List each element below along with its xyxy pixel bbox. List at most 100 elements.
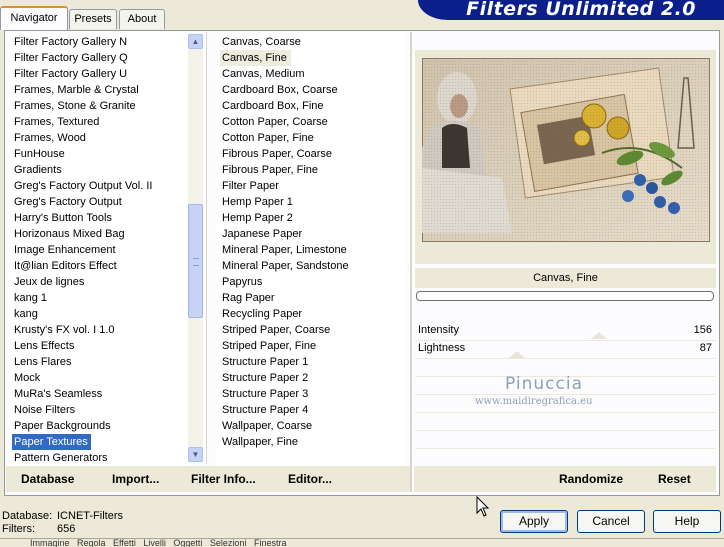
filter-item[interactable]: Wallpaper, Fine <box>216 436 298 448</box>
category-item[interactable]: Greg's Factory Output Vol. II <box>8 180 152 192</box>
category-item[interactable]: Filter Factory Gallery U <box>8 68 127 80</box>
filter-item-row[interactable]: Recycling Paper <box>216 306 406 322</box>
category-item[interactable]: Lens Effects <box>8 340 74 352</box>
filter-item-row[interactable]: Hemp Paper 2 <box>216 210 406 226</box>
filter-item[interactable]: Wallpaper, Coarse <box>216 420 312 432</box>
filter-item-row[interactable]: Mineral Paper, Sandstone <box>216 258 406 274</box>
filter-item[interactable]: Striped Paper, Fine <box>216 340 316 352</box>
category-item-row[interactable]: Mock <box>8 370 188 386</box>
filter-item-row[interactable]: Canvas, Coarse <box>216 34 406 50</box>
category-item-row[interactable]: Paper Textures <box>8 434 188 450</box>
category-item-row[interactable]: Filter Factory Gallery U <box>8 66 188 82</box>
preview-image[interactable] <box>422 58 710 242</box>
filter-item-row[interactable]: Rag Paper <box>216 290 406 306</box>
filter-item-row[interactable]: Cotton Paper, Fine <box>216 130 406 146</box>
filter-item[interactable]: Hemp Paper 2 <box>216 212 293 224</box>
category-item-row[interactable]: Pattern Generators <box>8 450 188 466</box>
filter-item-row[interactable]: Cardboard Box, Fine <box>216 98 406 114</box>
category-item[interactable]: Filter Factory Gallery N <box>8 36 127 48</box>
filter-item[interactable]: Structure Paper 4 <box>216 404 308 416</box>
filter-item[interactable]: Canvas, Fine <box>220 50 291 66</box>
filter-item-row[interactable]: Mineral Paper, Limestone <box>216 242 406 258</box>
filter-item-row[interactable]: Papyrus <box>216 274 406 290</box>
scroll-up-button[interactable]: ▲ <box>188 34 203 49</box>
filter-item-row[interactable]: Cotton Paper, Coarse <box>216 114 406 130</box>
category-item[interactable]: It@lian Editors Effect <box>8 260 117 272</box>
randomize-button[interactable]: Randomize <box>559 472 623 486</box>
category-item-row[interactable]: Horizonaus Mixed Bag <box>8 226 188 242</box>
category-item-row[interactable]: Frames, Textured <box>8 114 188 130</box>
category-item[interactable]: Frames, Marble & Crystal <box>8 84 139 96</box>
category-item[interactable]: Krusty's FX vol. I 1.0 <box>8 324 115 336</box>
filter-item[interactable]: Cotton Paper, Coarse <box>216 116 328 128</box>
filter-item-row[interactable]: Canvas, Medium <box>216 66 406 82</box>
editor-button[interactable]: Editor... <box>288 472 332 486</box>
category-item[interactable]: Mock <box>8 372 40 384</box>
tab-presets[interactable]: Presets <box>69 9 117 29</box>
category-item-row[interactable]: Paper Backgrounds <box>8 418 188 434</box>
filter-item[interactable]: Structure Paper 1 <box>216 356 308 368</box>
filter-item[interactable]: Structure Paper 3 <box>216 388 308 400</box>
category-item[interactable]: Frames, Wood <box>8 132 86 144</box>
filter-item[interactable]: Mineral Paper, Sandstone <box>216 260 349 272</box>
filter-item-row[interactable]: Striped Paper, Fine <box>216 338 406 354</box>
category-item-row[interactable]: It@lian Editors Effect <box>8 258 188 274</box>
category-item-row[interactable]: kang 1 <box>8 290 188 306</box>
filter-item-row[interactable]: Striped Paper, Coarse <box>216 322 406 338</box>
category-item[interactable]: Filter Factory Gallery Q <box>8 52 128 64</box>
category-item-row[interactable]: Harry's Button Tools <box>8 210 188 226</box>
filter-item-row[interactable]: Japanese Paper <box>216 226 406 242</box>
filter-info-button[interactable]: Filter Info... <box>191 472 256 486</box>
category-item[interactable]: kang 1 <box>8 292 47 304</box>
category-item[interactable]: Noise Filters <box>8 404 75 416</box>
filter-item[interactable]: Fibrous Paper, Coarse <box>216 148 332 160</box>
filter-item[interactable]: Papyrus <box>216 276 262 288</box>
category-item[interactable]: Frames, Textured <box>8 116 99 128</box>
tab-navigator[interactable]: Navigator <box>0 6 68 30</box>
import-button[interactable]: Import... <box>112 472 159 486</box>
cancel-button[interactable]: Cancel <box>577 510 645 533</box>
category-item-row[interactable]: Noise Filters <box>8 402 188 418</box>
category-item-row[interactable]: kang <box>8 306 188 322</box>
filter-item-row[interactable]: Wallpaper, Fine <box>216 434 406 450</box>
filter-item[interactable]: Canvas, Coarse <box>216 36 301 48</box>
filter-item-row[interactable]: Filter Paper <box>216 178 406 194</box>
category-item[interactable]: Horizonaus Mixed Bag <box>8 228 125 240</box>
filter-item[interactable]: Cardboard Box, Fine <box>216 100 324 112</box>
category-item-row[interactable]: Krusty's FX vol. I 1.0 <box>8 322 188 338</box>
filter-item-row[interactable]: Structure Paper 2 <box>216 370 406 386</box>
category-item[interactable]: kang <box>8 308 38 320</box>
database-button[interactable]: Database <box>21 472 74 486</box>
scrollbar-thumb[interactable] <box>188 204 203 318</box>
filter-item[interactable]: Filter Paper <box>216 180 279 192</box>
category-item-row[interactable]: Lens Flares <box>8 354 188 370</box>
filter-item-row[interactable]: Canvas, Fine <box>216 50 406 66</box>
category-item[interactable]: Lens Flares <box>8 356 71 368</box>
filter-item-row[interactable]: Hemp Paper 1 <box>216 194 406 210</box>
category-item[interactable]: Gradients <box>8 164 62 176</box>
category-item[interactable]: Pattern Generators <box>8 452 108 464</box>
slider-marker-icon[interactable] <box>590 332 607 339</box>
filter-item[interactable]: Fibrous Paper, Fine <box>216 164 318 176</box>
category-item[interactable]: Paper Backgrounds <box>8 420 111 432</box>
category-item-row[interactable]: Gradients <box>8 162 188 178</box>
filter-item[interactable]: Rag Paper <box>216 292 275 304</box>
slider-intensity[interactable]: Intensity 156 <box>415 322 716 341</box>
filter-item[interactable]: Recycling Paper <box>216 308 302 320</box>
category-item-row[interactable]: Image Enhancement <box>8 242 188 258</box>
category-item-row[interactable]: Greg's Factory Output <box>8 194 188 210</box>
filter-item-row[interactable]: Structure Paper 1 <box>216 354 406 370</box>
filter-item-row[interactable]: Wallpaper, Coarse <box>216 418 406 434</box>
category-item[interactable]: Greg's Factory Output <box>8 196 122 208</box>
filter-item-row[interactable]: Cardboard Box, Coarse <box>216 82 406 98</box>
category-item-row[interactable]: Frames, Stone & Granite <box>8 98 188 114</box>
filter-item-row[interactable]: Structure Paper 3 <box>216 386 406 402</box>
filter-item[interactable]: Canvas, Medium <box>216 68 305 80</box>
help-button[interactable]: Help <box>653 510 721 533</box>
category-item-row[interactable]: Filter Factory Gallery Q <box>8 50 188 66</box>
category-item[interactable]: Image Enhancement <box>8 244 116 256</box>
category-item-row[interactable]: Frames, Marble & Crystal <box>8 82 188 98</box>
filter-item[interactable]: Structure Paper 2 <box>216 372 308 384</box>
filter-item-row[interactable]: Fibrous Paper, Coarse <box>216 146 406 162</box>
category-item[interactable]: MuRa's Seamless <box>8 388 102 400</box>
